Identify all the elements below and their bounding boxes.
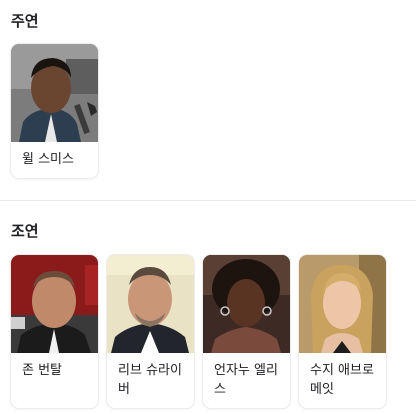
person-card-liev-schreiber[interactable]: 리브 슈라이버 (107, 255, 194, 408)
person-card-jon-bernthal[interactable]: 존 번탈 (11, 255, 98, 408)
supporting-section-title: 조연 (11, 222, 39, 240)
person-name: 수지 애브로메잇 (310, 363, 374, 397)
person-card-will-smith[interactable]: 윌 스미스 (11, 44, 98, 178)
cast-section-title: 주연 (11, 12, 39, 30)
person-card-aunjanue-ellis[interactable]: 언자누 엘리스 (203, 255, 290, 408)
person-photo (11, 255, 98, 353)
person-photo (107, 255, 194, 353)
person-name: 존 번탈 (22, 363, 63, 378)
person-card-suzy-abromeit[interactable]: 수지 애브로메잇 (299, 255, 386, 408)
person-name: 언자누 엘리스 (214, 363, 278, 397)
person-photo (11, 44, 98, 142)
person-photo (299, 255, 386, 353)
person-name: 리브 슈라이버 (118, 363, 182, 397)
person-photo (203, 255, 290, 353)
section-divider (0, 200, 416, 201)
person-name: 윌 스미스 (22, 152, 74, 167)
